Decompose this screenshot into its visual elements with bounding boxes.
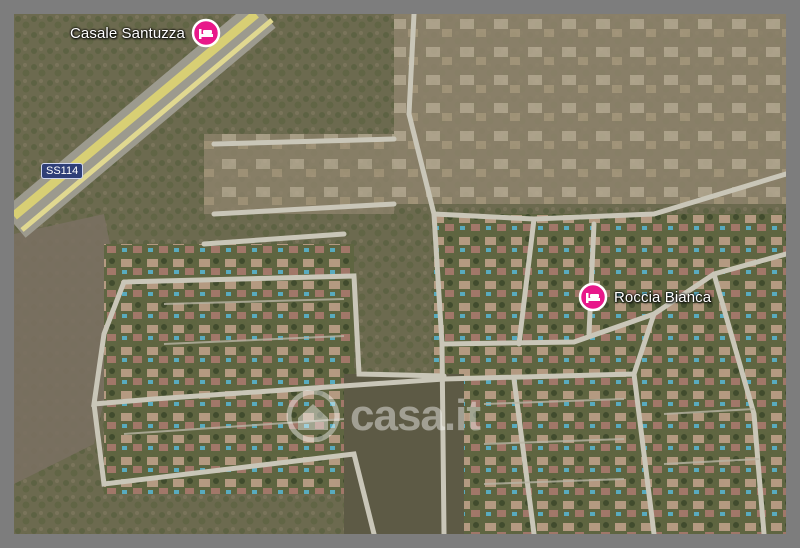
satellite-map[interactable] xyxy=(14,14,786,534)
place-label: Casale Santuzza xyxy=(70,24,185,42)
road-label-ss114: SS114 xyxy=(41,163,84,179)
place-marker-casale-santuzza[interactable]: Casale Santuzza xyxy=(70,18,221,48)
place-label: Roccia Bianca xyxy=(614,288,712,306)
watermark: casa.it xyxy=(284,390,481,442)
place-marker-roccia-bianca[interactable]: Roccia Bianca xyxy=(578,282,711,312)
bed-icon xyxy=(191,18,221,48)
map-frame: SS114 Casale Santuzza Roccia Bianca casa… xyxy=(14,14,786,534)
watermark-text: casa.it xyxy=(350,391,481,440)
house-icon xyxy=(286,390,340,442)
bed-icon xyxy=(578,282,608,312)
